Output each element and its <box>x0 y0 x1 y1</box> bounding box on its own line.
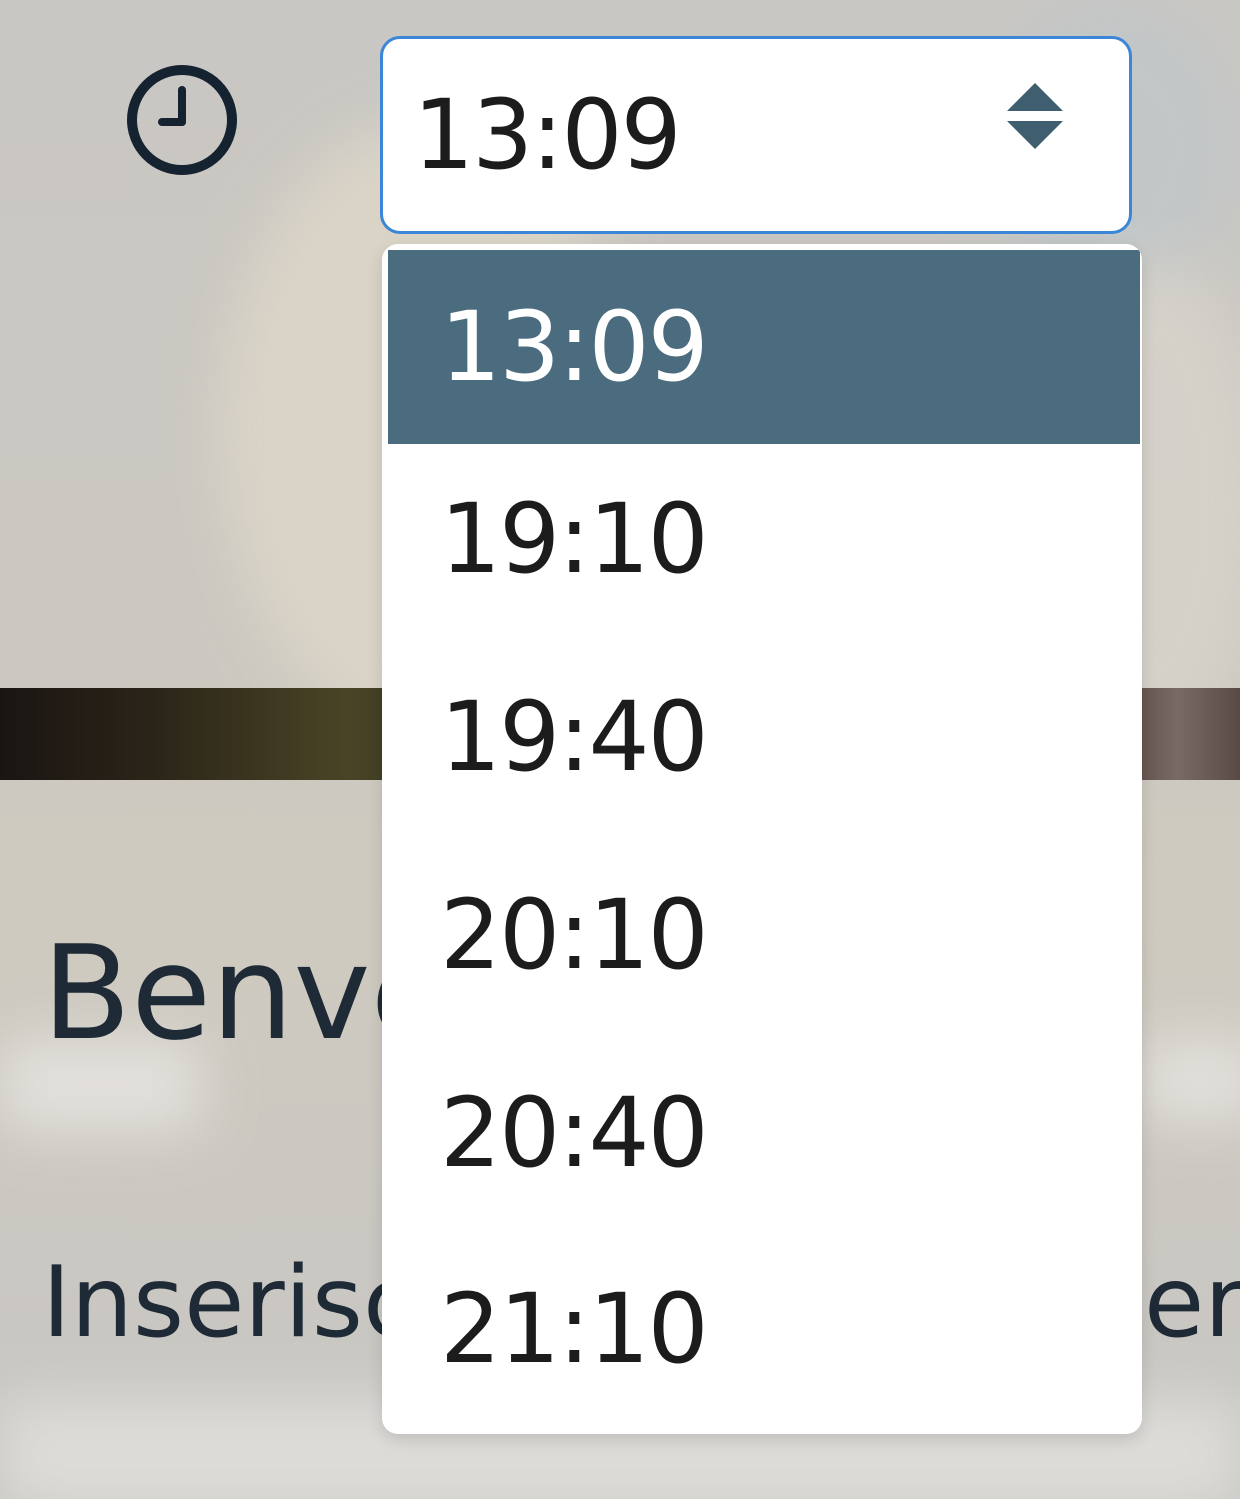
dropdown-option[interactable]: 21:10 <box>388 1232 1140 1426</box>
option-label: 19:10 <box>440 483 709 595</box>
dropdown-option[interactable]: 19:40 <box>388 640 1140 834</box>
dropdown-option[interactable]: 20:40 <box>388 1036 1140 1230</box>
instruction-text-tail: ers <box>1144 1250 1240 1358</box>
option-label: 19:40 <box>440 681 709 793</box>
dropdown-option-selected[interactable]: 13:09 <box>388 250 1140 444</box>
option-label: 20:40 <box>440 1077 709 1189</box>
time-select-value: 13:09 <box>413 79 682 191</box>
clock-icon <box>127 65 237 175</box>
sort-arrows-icon <box>1007 83 1063 149</box>
background-blur <box>1140 1040 1240 1120</box>
option-label: 20:10 <box>440 879 709 991</box>
dropdown-option[interactable]: 20:10 <box>388 838 1140 1032</box>
time-select[interactable]: 13:09 <box>380 36 1132 234</box>
instruction-text: Inserisc <box>42 1246 417 1360</box>
page-background: Benve Inserisc ers 13:09 13:09 19:10 19:… <box>0 0 1240 1499</box>
option-label: 13:09 <box>440 291 709 403</box>
time-dropdown-list: 13:09 19:10 19:40 20:10 20:40 21:10 <box>382 244 1142 1434</box>
dropdown-option[interactable]: 19:10 <box>388 442 1140 636</box>
option-label: 21:10 <box>440 1273 709 1385</box>
